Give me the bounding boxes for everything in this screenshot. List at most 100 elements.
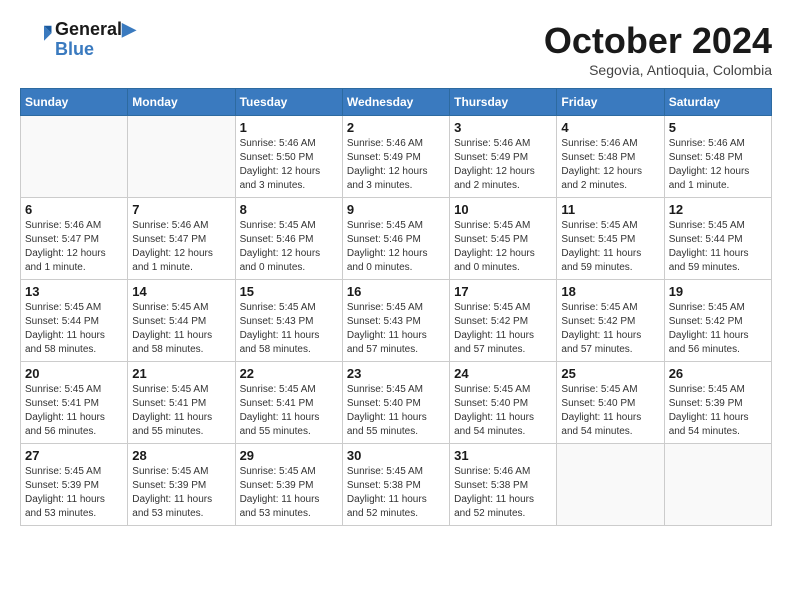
day-number: 12 <box>669 202 767 217</box>
day-info: Sunrise: 5:46 AM Sunset: 5:47 PM Dayligh… <box>132 219 230 275</box>
day-info: Sunrise: 5:45 AM Sunset: 5:41 PM Dayligh… <box>25 383 123 439</box>
logo-icon <box>23 22 53 52</box>
table-row: 27Sunrise: 5:45 AM Sunset: 5:39 PM Dayli… <box>21 444 128 526</box>
day-info: Sunrise: 5:45 AM Sunset: 5:43 PM Dayligh… <box>347 301 445 357</box>
day-info: Sunrise: 5:45 AM Sunset: 5:45 PM Dayligh… <box>561 219 659 275</box>
table-row: 19 Sunrise: 5:45 AM Sunset: 5:42 PM Dayli… <box>664 280 771 362</box>
table-row: 16 Sunrise: 5:45 AM Sunset: 5:43 PM Dayli… <box>342 280 449 362</box>
title-area: October 2024 Segovia, Antioquia, Colombi… <box>544 20 772 78</box>
table-row: 30Sunrise: 5:45 AM Sunset: 5:38 PM Dayli… <box>342 444 449 526</box>
day-number: 20 <box>25 366 123 381</box>
day-number: 31 <box>454 448 552 463</box>
day-number: 18 <box>561 284 659 299</box>
table-row: 7 Sunrise: 5:46 AM Sunset: 5:47 PM Daylig… <box>128 198 235 280</box>
day-number: 26 <box>669 366 767 381</box>
month-title: October 2024 <box>544 20 772 62</box>
day-info: Sunrise: 5:46 AM Sunset: 5:38 PM Dayligh… <box>454 465 552 521</box>
day-number: 19 <box>669 284 767 299</box>
day-number: 29 <box>240 448 338 463</box>
day-info: Sunrise: 5:45 AM Sunset: 5:44 PM Dayligh… <box>25 301 123 357</box>
page-header: General▶ Blue October 2024 Segovia, Anti… <box>20 20 772 78</box>
header-thursday: Thursday <box>450 89 557 116</box>
table-row: 9 Sunrise: 5:45 AM Sunset: 5:46 PM Daylig… <box>342 198 449 280</box>
day-info: Sunrise: 5:45 AM Sunset: 5:43 PM Dayligh… <box>240 301 338 357</box>
day-number: 5 <box>669 120 767 135</box>
day-number: 4 <box>561 120 659 135</box>
table-row: 12Sunrise: 5:45 AM Sunset: 5:44 PM Dayli… <box>664 198 771 280</box>
day-info: Sunrise: 5:45 AM Sunset: 5:42 PM Dayligh… <box>561 301 659 357</box>
week-row-5: 27 Sunrise: 5:45 AM Sunset: 5:39 PM Dayli… <box>21 444 772 526</box>
day-number: 2 <box>347 120 445 135</box>
table-row: 10 Sunrise: 5:45 AM Sunset: 5:45 PM Dayli… <box>450 198 557 280</box>
day-info: Sunrise: 5:46 AM Sunset: 5:47 PM Dayligh… <box>25 219 123 275</box>
day-info: Sunrise: 5:46 AM Sunset: 5:50 PM Dayligh… <box>240 137 338 193</box>
table-row: 14 Sunrise: 5:45 AM Sunset: 5:44 PM Dayli… <box>128 280 235 362</box>
day-info: Sunrise: 5:46 AM Sunset: 5:49 PM Dayligh… <box>454 137 552 193</box>
day-number: 11 <box>561 202 659 217</box>
table-row: 20 Sunrise: 5:45 AM Sunset: 5:41 PM Dayli… <box>21 362 128 444</box>
day-info: Sunrise: 5:45 AM Sunset: 5:41 PM Dayligh… <box>240 383 338 439</box>
day-info: Sunrise: 5:45 AM Sunset: 5:40 PM Dayligh… <box>561 383 659 439</box>
day-number: 17 <box>454 284 552 299</box>
day-info: Sunrise: 5:46 AM Sunset: 5:49 PM Dayligh… <box>347 137 445 193</box>
table-row: 15 Sunrise: 5:45 AM Sunset: 5:43 PM Dayli… <box>235 280 342 362</box>
table-row: 18 Sunrise: 5:45 AM Sunset: 5:42 PM Dayli… <box>557 280 664 362</box>
day-number: 24 <box>454 366 552 381</box>
day-number: 28 <box>132 448 230 463</box>
day-number: 1 <box>240 120 338 135</box>
weekday-header-row: Sunday Monday Tuesday Wednesday Thursday… <box>21 89 772 116</box>
week-row-1: 1 Sunrise: 5:46 AM Sunset: 5:50 PM Daylig… <box>21 116 772 198</box>
location-subtitle: Segovia, Antioquia, Colombia <box>544 62 772 78</box>
header-tuesday: Tuesday <box>235 89 342 116</box>
table-row: 8 Sunrise: 5:45 AM Sunset: 5:46 PM Daylig… <box>235 198 342 280</box>
day-info: Sunrise: 5:45 AM Sunset: 5:42 PM Dayligh… <box>454 301 552 357</box>
day-info: Sunrise: 5:45 AM Sunset: 5:46 PM Dayligh… <box>347 219 445 275</box>
day-info: Sunrise: 5:45 AM Sunset: 5:41 PM Dayligh… <box>132 383 230 439</box>
day-info: Sunrise: 5:46 AM Sunset: 5:48 PM Dayligh… <box>561 137 659 193</box>
header-wednesday: Wednesday <box>342 89 449 116</box>
table-row <box>664 444 771 526</box>
day-info: Sunrise: 5:45 AM Sunset: 5:46 PM Dayligh… <box>240 219 338 275</box>
day-info: Sunrise: 5:45 AM Sunset: 5:45 PM Dayligh… <box>454 219 552 275</box>
day-number: 15 <box>240 284 338 299</box>
table-row: 4 Sunrise: 5:46 AM Sunset: 5:48 PM Daylig… <box>557 116 664 198</box>
table-row: 23Sunrise: 5:45 AM Sunset: 5:40 PM Dayli… <box>342 362 449 444</box>
table-row: 5 Sunrise: 5:46 AM Sunset: 5:48 PM Daylig… <box>664 116 771 198</box>
header-saturday: Saturday <box>664 89 771 116</box>
week-row-2: 6 Sunrise: 5:46 AM Sunset: 5:47 PM Daylig… <box>21 198 772 280</box>
day-number: 10 <box>454 202 552 217</box>
table-row: 26 Sunrise: 5:45 AM Sunset: 5:39 PM Dayli… <box>664 362 771 444</box>
table-row: 25Sunrise: 5:45 AM Sunset: 5:40 PM Dayli… <box>557 362 664 444</box>
day-number: 21 <box>132 366 230 381</box>
day-info: Sunrise: 5:45 AM Sunset: 5:39 PM Dayligh… <box>132 465 230 521</box>
table-row: 11 Sunrise: 5:45 AM Sunset: 5:45 PM Dayli… <box>557 198 664 280</box>
table-row <box>21 116 128 198</box>
day-info: Sunrise: 5:45 AM Sunset: 5:40 PM Dayligh… <box>454 383 552 439</box>
header-sunday: Sunday <box>21 89 128 116</box>
table-row: 6 Sunrise: 5:46 AM Sunset: 5:47 PM Daylig… <box>21 198 128 280</box>
day-info: Sunrise: 5:45 AM Sunset: 5:42 PM Dayligh… <box>669 301 767 357</box>
day-number: 6 <box>25 202 123 217</box>
day-info: Sunrise: 5:45 AM Sunset: 5:44 PM Dayligh… <box>132 301 230 357</box>
day-number: 16 <box>347 284 445 299</box>
table-row: 17 Sunrise: 5:45 AM Sunset: 5:42 PM Dayli… <box>450 280 557 362</box>
day-number: 7 <box>132 202 230 217</box>
day-info: Sunrise: 5:45 AM Sunset: 5:39 PM Dayligh… <box>669 383 767 439</box>
logo: General▶ Blue <box>20 20 136 60</box>
day-number: 3 <box>454 120 552 135</box>
day-number: 23 <box>347 366 445 381</box>
day-number: 8 <box>240 202 338 217</box>
day-number: 14 <box>132 284 230 299</box>
day-info: Sunrise: 5:46 AM Sunset: 5:48 PM Dayligh… <box>669 137 767 193</box>
day-info: Sunrise: 5:45 AM Sunset: 5:39 PM Dayligh… <box>240 465 338 521</box>
day-number: 22 <box>240 366 338 381</box>
week-row-3: 13 Sunrise: 5:45 AM Sunset: 5:44 PM Dayli… <box>21 280 772 362</box>
day-number: 27 <box>25 448 123 463</box>
table-row: 28 Sunrise: 5:45 AM Sunset: 5:39 PM Dayli… <box>128 444 235 526</box>
day-number: 9 <box>347 202 445 217</box>
day-number: 13 <box>25 284 123 299</box>
header-friday: Friday <box>557 89 664 116</box>
table-row: 3 Sunrise: 5:46 AM Sunset: 5:49 PM Daylig… <box>450 116 557 198</box>
logo-text-line2: Blue <box>55 40 136 60</box>
table-row: 2 Sunrise: 5:46 AM Sunset: 5:49 PM Daylig… <box>342 116 449 198</box>
